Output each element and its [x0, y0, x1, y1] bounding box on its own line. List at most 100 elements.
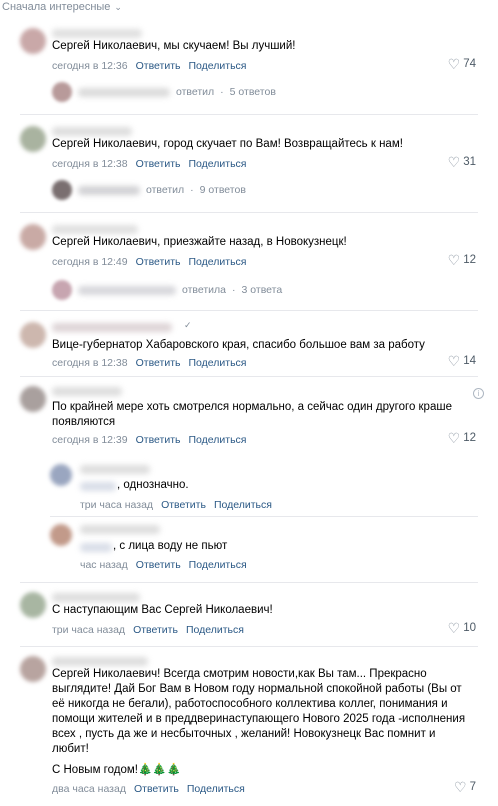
comment: Сергей Николаевич, приезжайте назад, в Н… — [0, 222, 498, 312]
avatar[interactable] — [20, 28, 46, 54]
divider — [50, 516, 478, 517]
share-button[interactable]: Поделиться — [187, 783, 245, 795]
reply-verb: ответила — [182, 284, 227, 296]
replier-name — [78, 285, 176, 295]
replier-name — [78, 87, 170, 97]
reply-button[interactable]: Ответить — [136, 158, 181, 170]
share-button[interactable]: Поделиться — [189, 158, 247, 170]
author-name[interactable] — [52, 127, 132, 136]
comment-time[interactable]: три часа назад — [80, 499, 153, 511]
reply-button[interactable]: Ответить — [133, 624, 178, 636]
share-button[interactable]: Поделиться — [189, 256, 247, 268]
comment-text: Сергей Николаевич, мы скучаем! Вы лучший… — [52, 40, 296, 52]
avatar[interactable] — [20, 224, 46, 250]
heart-icon: ♡ — [447, 252, 461, 268]
author-name[interactable] — [80, 525, 160, 534]
like-button[interactable]: ♡ 7 — [454, 780, 476, 794]
like-count: 12 — [463, 432, 476, 444]
divider — [20, 376, 478, 377]
avatar[interactable] — [20, 592, 46, 618]
comment: i По крайней мере хоть смотрелся нормаль… — [0, 384, 498, 458]
chevron-down-icon: ⌄ — [114, 1, 122, 12]
like-count: 10 — [463, 622, 476, 634]
avatar — [52, 180, 72, 200]
divider — [20, 582, 478, 583]
avatar[interactable] — [20, 656, 46, 682]
comment-time[interactable]: сегодня в 12:36 — [52, 60, 128, 72]
share-button[interactable]: Поделиться — [189, 559, 247, 571]
sort-dropdown[interactable]: Сначала интересные ⌄ — [2, 0, 122, 14]
avatar[interactable] — [20, 386, 46, 412]
reply-text: , с лица воду не пьют — [113, 540, 228, 552]
heart-icon: ♡ — [454, 779, 467, 795]
reply-count: 9 ответов — [199, 184, 246, 196]
comment-time[interactable]: сегодня в 12:39 — [52, 434, 128, 446]
share-button[interactable]: Поделиться — [189, 434, 247, 446]
like-count: 7 — [469, 781, 476, 793]
comment-time[interactable]: сегодня в 12:49 — [52, 256, 128, 268]
comment-text: По крайней мере хоть смотрелся нормально… — [52, 401, 452, 428]
avatar — [52, 82, 72, 102]
avatar[interactable] — [20, 322, 46, 348]
comment: ✓ Вице-губернатор Хабаровского края, спа… — [0, 320, 498, 376]
reply-button[interactable]: Ответить — [136, 256, 181, 268]
replies-summary[interactable]: ответила · 3 ответа — [52, 280, 282, 300]
reply-verb: ответил — [146, 184, 185, 196]
divider — [20, 310, 478, 311]
comment-time[interactable]: час назад — [80, 559, 128, 571]
heart-icon: ♡ — [447, 430, 461, 446]
comment-text: С наступающим Вас Сергей Николаевич! — [52, 604, 273, 616]
replies-summary[interactable]: ответил · 5 ответов — [52, 82, 276, 102]
avatar — [52, 280, 72, 300]
author-name[interactable] — [52, 657, 148, 666]
heart-icon: ♡ — [447, 56, 461, 72]
like-button[interactable]: ♡ 10 — [448, 621, 476, 635]
divider — [20, 212, 478, 213]
comment-text: Сергей Николаевич, приезжайте назад, в Н… — [52, 236, 347, 248]
mention-name[interactable] — [80, 482, 116, 491]
reply-comment: , однозначно. три часа назад Ответить По… — [0, 462, 498, 516]
comment-text-extra: С Новым годом!🎄🎄🎄 — [52, 764, 181, 776]
author-name[interactable] — [52, 593, 140, 602]
comment-time[interactable]: сегодня в 12:38 — [52, 158, 128, 170]
author-name[interactable] — [52, 387, 122, 396]
comment-time[interactable]: сегодня в 12:38 — [52, 357, 128, 369]
like-count: 12 — [463, 254, 476, 266]
more-options-icon[interactable]: i — [473, 388, 484, 399]
avatar[interactable] — [50, 524, 72, 546]
heart-icon: ♡ — [447, 154, 461, 170]
reply-comment: , с лица воду не пьют час назад Ответить… — [0, 522, 498, 576]
share-button[interactable]: Поделиться — [189, 357, 247, 369]
like-button[interactable]: ♡ 12 — [448, 253, 476, 267]
reply-button[interactable]: Ответить — [136, 434, 181, 446]
like-button[interactable]: ♡ 74 — [448, 57, 476, 71]
reply-button[interactable]: Ответить — [134, 783, 179, 795]
comment: Сергей Николаевич! Всегда смотрим новост… — [0, 654, 498, 804]
avatar[interactable] — [50, 464, 72, 486]
author-name[interactable] — [52, 323, 172, 332]
replier-name — [78, 185, 140, 195]
like-button[interactable]: ♡ 14 — [448, 354, 476, 368]
like-button[interactable]: ♡ 31 — [448, 155, 476, 169]
author-name[interactable] — [80, 465, 150, 474]
avatar[interactable] — [20, 126, 46, 152]
mention-name[interactable] — [80, 543, 112, 552]
reply-verb: ответил — [176, 86, 215, 98]
comment-time[interactable]: три часа назад — [52, 624, 125, 636]
reply-button[interactable]: Ответить — [136, 357, 181, 369]
reply-button[interactable]: Ответить — [136, 559, 181, 571]
like-button[interactable]: ♡ 12 — [448, 431, 476, 445]
share-button[interactable]: Поделиться — [186, 624, 244, 636]
author-name[interactable] — [52, 225, 138, 234]
reply-button[interactable]: Ответить — [161, 499, 206, 511]
share-button[interactable]: Поделиться — [189, 60, 247, 72]
replies-summary[interactable]: ответил · 9 ответов — [52, 180, 246, 200]
reply-button[interactable]: Ответить — [136, 60, 181, 72]
author-name[interactable] — [52, 29, 142, 38]
heart-icon: ♡ — [447, 620, 461, 636]
comment-text: Сергей Николаевич, город скучает по Вам!… — [52, 138, 403, 150]
share-button[interactable]: Поделиться — [214, 499, 272, 511]
comment: Сергей Николаевич, город скучает по Вам!… — [0, 124, 498, 214]
divider — [20, 114, 478, 115]
comment-time[interactable]: два часа назад — [52, 783, 126, 795]
